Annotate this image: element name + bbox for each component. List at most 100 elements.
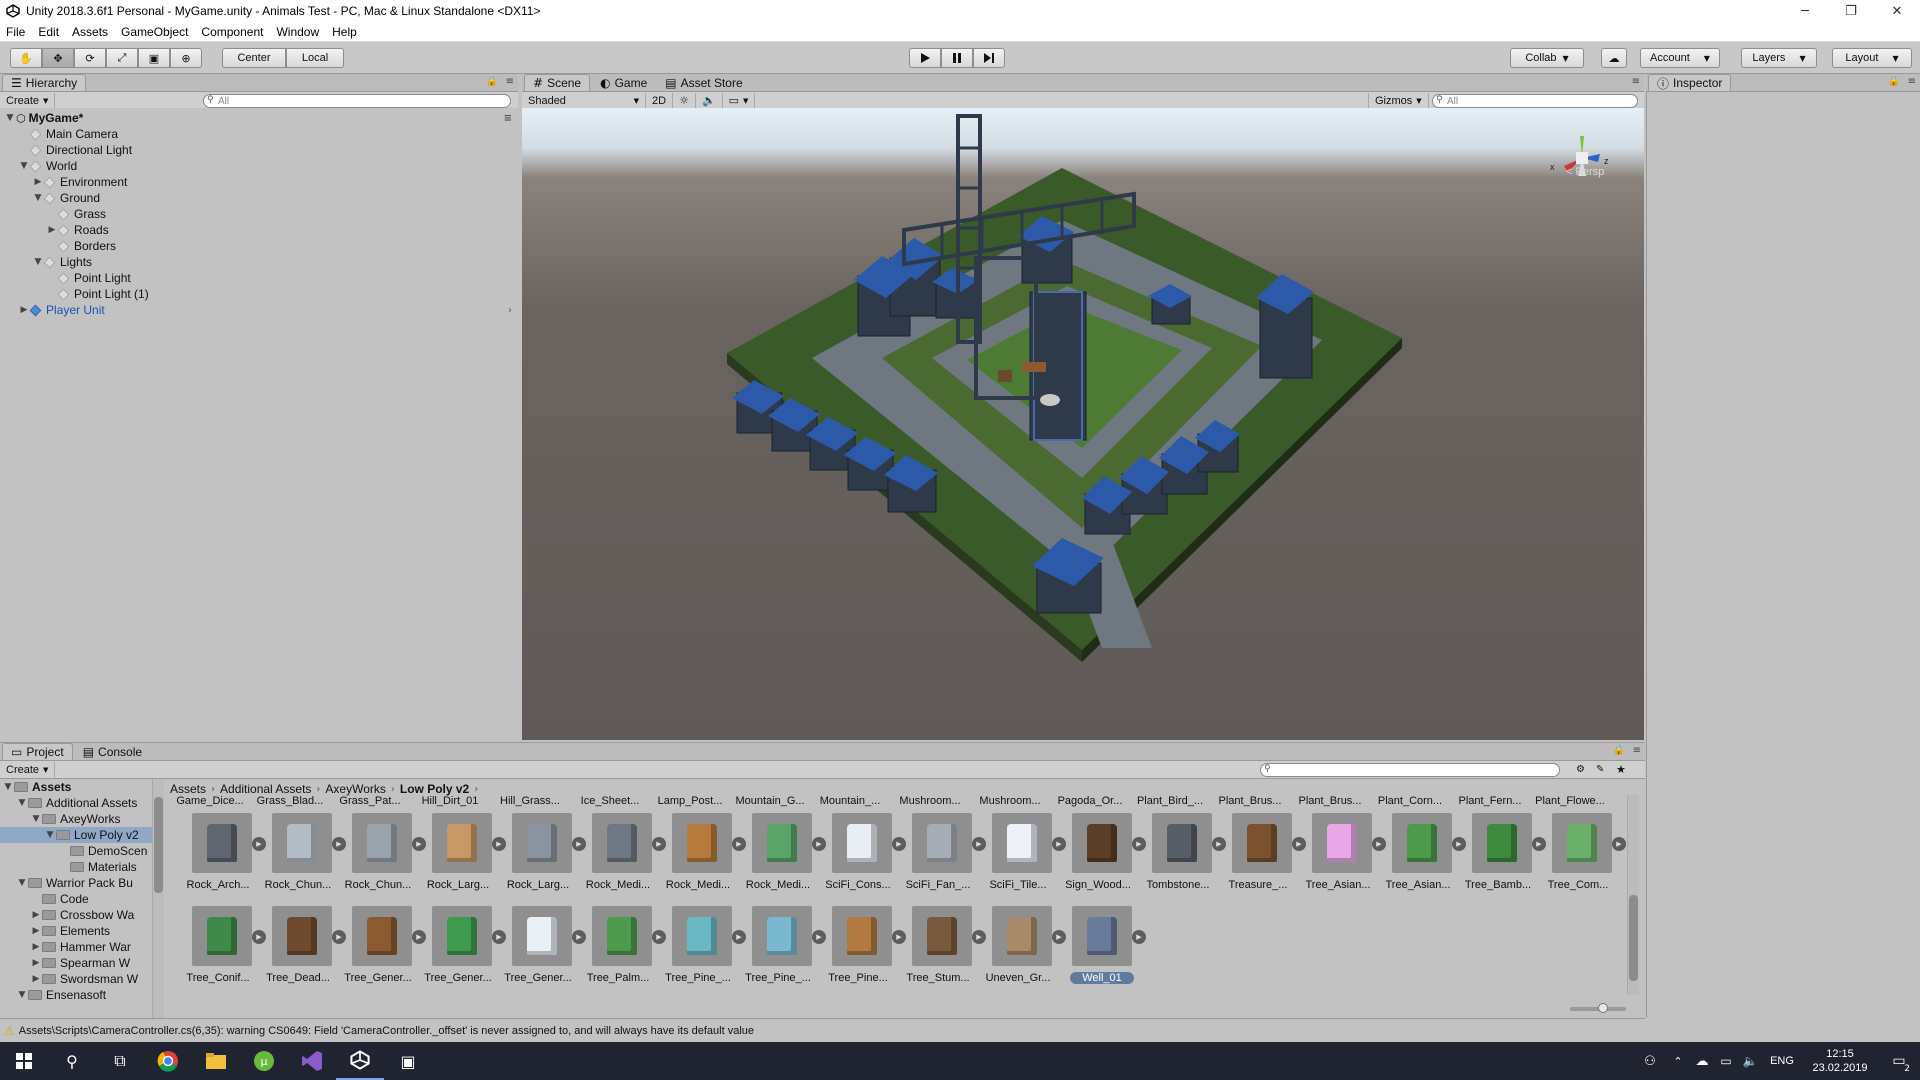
audio-toggle[interactable]: 🔈: [696, 92, 723, 109]
start-button[interactable]: [0, 1042, 48, 1080]
asset-name-label[interactable]: Plant_Fern...: [1450, 795, 1530, 807]
asset-name-label[interactable]: Mushroom...: [970, 795, 1050, 807]
hierarchy-search-input[interactable]: ⚲ All: [203, 94, 511, 108]
asset-item[interactable]: ▶ Tree_Gener...: [338, 906, 426, 996]
expand-arrow-icon[interactable]: ▼: [16, 990, 28, 1000]
expand-arrow-icon[interactable]: ▶: [30, 958, 42, 968]
asset-thumbnail[interactable]: [1072, 906, 1132, 966]
menu-help[interactable]: Help: [332, 25, 357, 39]
lock-icon[interactable]: 🔒: [1613, 745, 1625, 756]
tab-game[interactable]: ◐ Game: [592, 74, 655, 91]
project-create-dropdown[interactable]: Create ▼: [0, 761, 56, 778]
asset-thumbnail[interactable]: [432, 813, 492, 873]
asset-name-label[interactable]: Ice_Sheet...: [570, 795, 650, 807]
hierarchy-item[interactable]: Point Light (1): [0, 286, 518, 302]
asset-item[interactable]: ▶ Tree_Pine_...: [658, 906, 746, 996]
menu-window[interactable]: Window: [276, 25, 319, 39]
lock-icon[interactable]: 🔒: [1888, 76, 1900, 87]
scene-search-input[interactable]: ⚲ All: [1432, 94, 1638, 108]
folder-tree-item[interactable]: Code: [0, 891, 152, 907]
tab-scene[interactable]: # Scene: [524, 74, 591, 91]
cloud-button[interactable]: ☁: [1601, 48, 1627, 68]
menu-file[interactable]: File: [6, 25, 25, 39]
slider-handle[interactable]: [1598, 1003, 1608, 1013]
panel-menu-icon[interactable]: ≡: [506, 76, 514, 87]
asset-thumbnail[interactable]: [832, 906, 892, 966]
asset-thumbnail[interactable]: [352, 813, 412, 873]
account-dropdown[interactable]: Account ▼: [1640, 48, 1720, 68]
folder-tree-item[interactable]: Materials: [0, 859, 152, 875]
tree-scroll-thumb[interactable]: [154, 797, 163, 893]
panel-menu-icon[interactable]: ≡: [1632, 76, 1640, 87]
expand-prefab-icon[interactable]: ▶: [1612, 837, 1626, 851]
asset-item[interactable]: ▶ Treasure_...: [1218, 813, 1306, 903]
asset-name-label[interactable]: Grass_Pat...: [330, 795, 410, 807]
asset-thumbnail[interactable]: [272, 906, 332, 966]
breadcrumb-item[interactable]: Assets: [170, 782, 206, 796]
clock[interactable]: 12:15 23.02.2019: [1802, 1047, 1878, 1075]
asset-item[interactable]: ▶ Tree_Pine_...: [738, 906, 826, 996]
pivot-local-button[interactable]: Local: [286, 48, 344, 68]
asset-item[interactable]: ▶ Uneven_Gr...: [978, 906, 1066, 996]
hierarchy-item[interactable]: Point Light: [0, 270, 518, 286]
asset-scrollbar[interactable]: [1627, 795, 1639, 995]
tray-overflow-button[interactable]: ⌃: [1666, 1042, 1690, 1080]
asset-item[interactable]: ▶ Tree_Stum...: [898, 906, 986, 996]
asset-item[interactable]: ▶ Rock_Chun...: [338, 813, 426, 903]
menu-component[interactable]: Component: [201, 25, 263, 39]
asset-scroll-thumb[interactable]: [1629, 895, 1638, 981]
asset-thumbnail[interactable]: [992, 906, 1052, 966]
asset-thumbnail[interactable]: [1552, 813, 1612, 873]
asset-item[interactable]: ▶ Rock_Medi...: [578, 813, 666, 903]
expand-arrow-icon[interactable]: ▼: [16, 878, 28, 888]
folder-tree-item[interactable]: ▼ Low Poly v2: [0, 827, 152, 843]
expand-prefab-icon[interactable]: ▶: [1132, 930, 1146, 944]
asset-thumbnail[interactable]: [592, 813, 652, 873]
shading-dropdown[interactable]: Shaded ▼: [522, 92, 646, 109]
projection-label[interactable]: < Persp: [1566, 166, 1604, 178]
asset-thumbnail[interactable]: [672, 906, 732, 966]
breadcrumb-item[interactable]: Additional Assets: [220, 782, 311, 796]
expand-arrow-icon[interactable]: ▼: [30, 814, 42, 824]
asset-thumbnail[interactable]: [192, 813, 252, 873]
hierarchy-create-dropdown[interactable]: Create ▼: [0, 92, 56, 109]
hierarchy-item[interactable]: ▶ Player Unit ›: [0, 302, 518, 318]
restore-button[interactable]: ❐: [1828, 0, 1874, 22]
asset-name-label[interactable]: Plant_Flowe...: [1530, 795, 1610, 807]
collab-dropdown[interactable]: Collab ▼: [1510, 48, 1584, 68]
tab-asset-store[interactable]: ▤ Asset Store: [657, 74, 750, 91]
rect-tool-button[interactable]: ▣: [138, 48, 170, 68]
onedrive-button[interactable]: ☁: [1690, 1042, 1714, 1080]
folder-tree-item[interactable]: ▼ Ensenasoft: [0, 987, 152, 1003]
asset-name-label[interactable]: Mushroom...: [890, 795, 970, 807]
asset-item[interactable]: ▶ Tree_Gener...: [418, 906, 506, 996]
play-button[interactable]: [909, 48, 941, 68]
menu-gameobject[interactable]: GameObject: [121, 25, 188, 39]
asset-item[interactable]: ▶ Sign_Wood...: [1058, 813, 1146, 903]
asset-item[interactable]: ▶ SciFi_Tile...: [978, 813, 1066, 903]
tree-scrollbar[interactable]: [152, 779, 164, 1019]
panel-menu-icon[interactable]: ≡: [504, 113, 512, 124]
asset-item[interactable]: ▶ Rock_Chun...: [258, 813, 346, 903]
unity-taskbar-button[interactable]: [336, 1042, 384, 1080]
asset-item[interactable]: ▶ Tree_Palm...: [578, 906, 666, 996]
chrome-taskbar-button[interactable]: [144, 1042, 192, 1080]
asset-item[interactable]: ▶ Tree_Bamb...: [1458, 813, 1546, 903]
folder-tree-item[interactable]: ▶ Crossbow Wa: [0, 907, 152, 923]
asset-name-label[interactable]: Hill_Grass...: [490, 795, 570, 807]
asset-thumbnail[interactable]: [272, 813, 332, 873]
filter-type-icon[interactable]: ⚙: [1576, 764, 1585, 775]
language-indicator[interactable]: ENG: [1762, 1055, 1802, 1067]
chevron-right-icon[interactable]: ›: [508, 305, 512, 316]
move-tool-button[interactable]: ✥: [42, 48, 74, 68]
scene-root-row[interactable]: ▼ ⬡ MyGame* ≡: [0, 110, 518, 126]
breadcrumb-item[interactable]: AxeyWorks: [325, 782, 385, 796]
expand-arrow-icon[interactable]: ▶: [30, 974, 42, 984]
tab-hierarchy[interactable]: ☰ Hierarchy: [2, 74, 87, 91]
asset-item[interactable]: ▶ Rock_Arch...: [178, 813, 266, 903]
asset-name-label[interactable]: Plant_Brus...: [1290, 795, 1370, 807]
hierarchy-item[interactable]: Directional Light: [0, 142, 518, 158]
layout-dropdown[interactable]: Layout ▼: [1832, 48, 1912, 68]
expand-arrow-icon[interactable]: ▶: [30, 926, 42, 936]
asset-thumbnail[interactable]: [752, 813, 812, 873]
